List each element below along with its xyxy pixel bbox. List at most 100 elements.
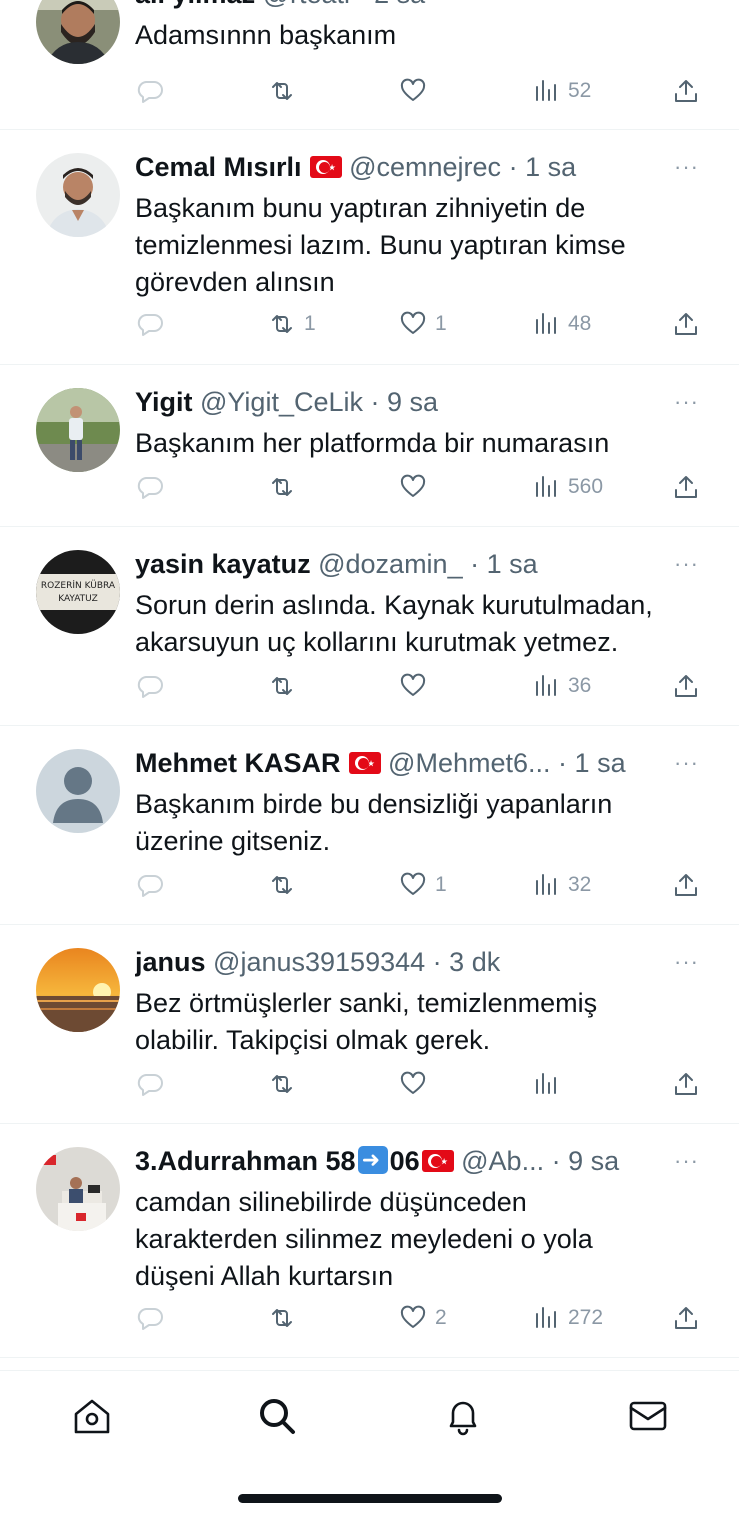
display-name[interactable]: Mehmet KASAR bbox=[135, 748, 341, 778]
retweet-button[interactable] bbox=[268, 73, 304, 109]
user-handle[interactable]: @Mehmet6... bbox=[388, 748, 550, 778]
tweet-time[interactable]: 1 sa bbox=[487, 549, 538, 579]
more-options-icon[interactable]: ··· bbox=[674, 150, 699, 184]
tweet[interactable]: ROZERİN KÜBRA KAYATUZ yasin kayatuz @doza… bbox=[0, 527, 739, 725]
more-options-icon[interactable]: ··· bbox=[674, 945, 699, 979]
retweet-button[interactable] bbox=[268, 668, 304, 704]
reply-icon bbox=[137, 81, 163, 103]
like-button[interactable] bbox=[399, 469, 435, 505]
avatar[interactable] bbox=[36, 1147, 120, 1231]
more-options-icon[interactable]: ··· bbox=[674, 547, 699, 581]
tweet-time[interactable]: 1 sa bbox=[575, 748, 626, 778]
separator-dot: · bbox=[508, 152, 518, 182]
retweet-button[interactable] bbox=[268, 1300, 304, 1336]
tweet[interactable]: Yigit @Yigit_CeLik · 9 sa ··· Başkanım h… bbox=[0, 365, 739, 526]
like-button[interactable]: 2 bbox=[399, 1300, 447, 1336]
tweet[interactable]: janus @janus39159344 · 3 dk ··· Bez örtm… bbox=[0, 925, 739, 1123]
avatar[interactable] bbox=[36, 388, 120, 472]
separator-dot: · bbox=[358, 0, 367, 9]
like-button[interactable] bbox=[399, 73, 435, 109]
retweet-icon bbox=[272, 478, 292, 496]
separator-dot: · bbox=[558, 748, 568, 778]
user-handle[interactable]: @Ab... bbox=[461, 1146, 544, 1176]
tweet[interactable]: Mehmet KASAR @Mehmet6... · 1 sa ··· Başk… bbox=[0, 726, 739, 924]
share-button[interactable] bbox=[672, 668, 700, 704]
views-button[interactable]: 560 bbox=[532, 469, 603, 505]
views-button[interactable] bbox=[532, 1066, 568, 1102]
display-name[interactable]: yasin kayatuz bbox=[135, 549, 311, 579]
reply-button[interactable] bbox=[136, 306, 172, 342]
retweet-button[interactable] bbox=[268, 469, 304, 505]
retweet-button[interactable]: 1 bbox=[268, 306, 316, 342]
nav-search-button[interactable] bbox=[255, 1394, 299, 1438]
share-icon bbox=[675, 1307, 697, 1329]
display-name[interactable]: 3.Adurrahman 58 06 bbox=[135, 1144, 420, 1178]
reply-button[interactable] bbox=[136, 1300, 172, 1336]
home-icon bbox=[74, 1399, 110, 1434]
heart-icon bbox=[400, 311, 426, 334]
views-button[interactable]: 52 bbox=[532, 73, 591, 109]
user-handle[interactable]: @janus39159344 bbox=[213, 947, 425, 977]
reply-button[interactable] bbox=[136, 867, 172, 903]
separator-dot: · bbox=[470, 549, 480, 579]
avatar[interactable] bbox=[36, 948, 120, 1032]
share-button[interactable] bbox=[672, 867, 700, 903]
nav-messages-button[interactable] bbox=[626, 1394, 670, 1438]
reply-icon bbox=[137, 477, 163, 499]
views-button[interactable]: 272 bbox=[532, 1300, 603, 1336]
like-button[interactable] bbox=[399, 668, 435, 704]
tweet-time[interactable]: 9 sa bbox=[568, 1146, 619, 1176]
like-button[interactable]: 1 bbox=[399, 306, 447, 342]
tweet-actions: 2 272 bbox=[0, 1300, 739, 1336]
tweet-time[interactable]: 1 sa bbox=[525, 152, 576, 182]
share-button[interactable] bbox=[672, 73, 700, 109]
more-options-icon[interactable]: ··· bbox=[674, 385, 699, 419]
share-button[interactable] bbox=[672, 469, 700, 505]
user-handle[interactable]: @Yigit_CeLik bbox=[200, 387, 363, 417]
user-handle[interactable]: @dozamin_ bbox=[318, 549, 462, 579]
avatar[interactable] bbox=[36, 0, 120, 64]
tweet-time[interactable]: 3 dk bbox=[449, 947, 500, 977]
reply-button[interactable] bbox=[136, 1066, 172, 1102]
tweet-text-line: Adamsınnn başkanım bbox=[135, 20, 397, 50]
divider bbox=[0, 1357, 739, 1358]
share-button[interactable] bbox=[672, 1066, 700, 1102]
display-name[interactable]: Yigit bbox=[135, 387, 193, 417]
more-options-icon[interactable]: ··· bbox=[674, 0, 699, 11]
more-options-icon[interactable]: ··· bbox=[674, 746, 699, 780]
tweet[interactable]: Cemal Mısırlı @cemnejrec · 1 sa ··· Başk… bbox=[0, 130, 739, 364]
home-indicator[interactable] bbox=[238, 1494, 502, 1503]
avatar[interactable] bbox=[36, 153, 120, 237]
retweet-icon bbox=[272, 677, 292, 695]
share-button[interactable] bbox=[672, 306, 700, 342]
tweet[interactable]: 3.Adurrahman 58 06 @Ab... · 9 sa ··· camd… bbox=[0, 1124, 739, 1358]
tweet-time[interactable]: 2 sa bbox=[374, 0, 425, 9]
views-button[interactable]: 36 bbox=[532, 668, 591, 704]
avatar[interactable] bbox=[36, 749, 120, 833]
more-options-icon[interactable]: ··· bbox=[674, 1144, 699, 1178]
tweet-text-line: Başkanım her platformda bir numarasın bbox=[135, 428, 610, 458]
retweet-button[interactable] bbox=[268, 1066, 304, 1102]
tweet-time[interactable]: 9 sa bbox=[387, 387, 438, 417]
separator-dot: · bbox=[370, 387, 380, 417]
avatar[interactable]: ROZERİN KÜBRA KAYATUZ bbox=[36, 550, 120, 634]
like-button[interactable] bbox=[399, 1066, 435, 1102]
like-button[interactable]: 1 bbox=[399, 867, 447, 903]
share-button[interactable] bbox=[672, 1300, 700, 1336]
views-button[interactable]: 32 bbox=[532, 867, 591, 903]
retweet-button[interactable] bbox=[268, 867, 304, 903]
heart-icon bbox=[400, 673, 426, 696]
display-name[interactable]: Cemal Mısırlı bbox=[135, 152, 302, 182]
reply-button[interactable] bbox=[136, 469, 172, 505]
nav-notifications-button[interactable] bbox=[441, 1394, 485, 1438]
user-handle[interactable]: @rteati bbox=[263, 0, 350, 9]
reply-icon bbox=[137, 1074, 163, 1096]
reply-button[interactable] bbox=[136, 73, 172, 109]
user-handle[interactable]: @cemnejrec bbox=[349, 152, 501, 182]
display-name[interactable]: ali yılmaz bbox=[135, 0, 255, 9]
reply-button[interactable] bbox=[136, 668, 172, 704]
nav-home-button[interactable] bbox=[70, 1394, 114, 1438]
display-name[interactable]: janus bbox=[135, 947, 206, 977]
tweet[interactable]: ali yılmaz @rteati · 2 sa ··· Adamsınnn … bbox=[0, 0, 739, 130]
views-button[interactable]: 48 bbox=[532, 306, 591, 342]
